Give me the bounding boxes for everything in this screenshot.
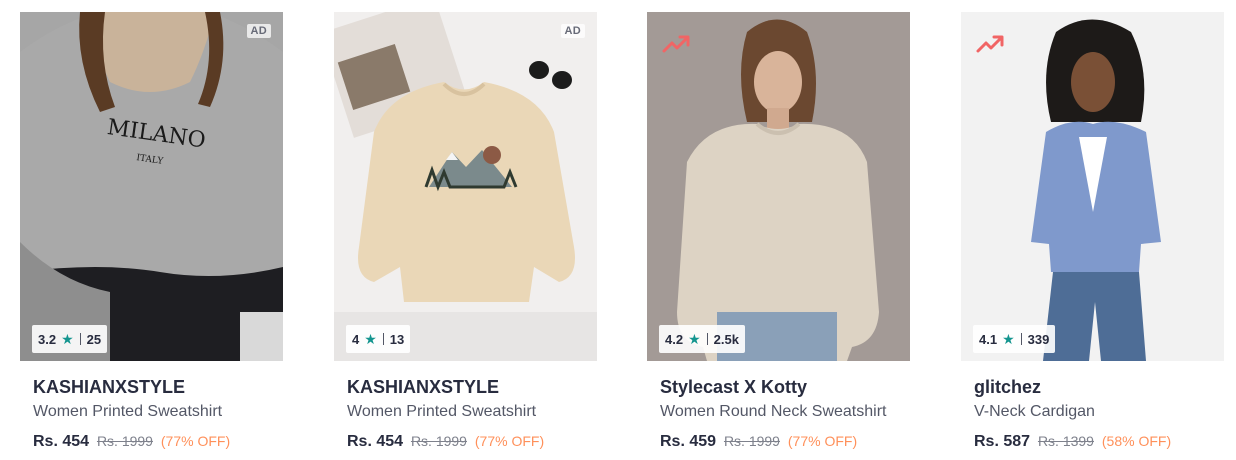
product-image[interactable]: AD 4 ★ 13 (334, 12, 597, 361)
product-price: Rs. 454 (347, 433, 404, 450)
rating-divider (79, 333, 81, 345)
ad-badge: AD (246, 24, 271, 38)
star-icon: ★ (1002, 331, 1015, 347)
rating-badge: 4 ★ 13 (346, 325, 411, 353)
product-price: Rs. 459 (660, 433, 717, 450)
product-name: Women Round Neck Sweatshirt (660, 403, 887, 420)
rating-value: 4.1 (979, 331, 998, 347)
product-discount: (77% OFF) (787, 433, 858, 449)
star-icon: ★ (61, 331, 74, 347)
ad-badge: AD (560, 24, 585, 38)
product-discount: (58% OFF) (1101, 433, 1172, 449)
product-photo (961, 12, 1224, 361)
product-card[interactable]: 4.2 ★ 2.5k Stylecast X Kotty Women Round… (647, 12, 910, 460)
product-photo (334, 12, 597, 361)
product-price: Rs. 587 (974, 433, 1031, 450)
rating-badge: 4.1 ★ 339 (973, 325, 1056, 353)
product-discount: (77% OFF) (160, 433, 231, 449)
product-info[interactable]: glitchez V-Neck Cardigan Rs. 587 Rs. 139… (961, 376, 1224, 452)
star-icon: ★ (688, 331, 701, 347)
product-brand: KASHIANXSTYLE (347, 377, 500, 397)
trending-icon (662, 35, 690, 53)
rating-value: 4 (352, 331, 360, 347)
product-brand: KASHIANXSTYLE (33, 377, 186, 397)
rating-divider (706, 333, 708, 345)
rating-count: 2.5k (713, 331, 739, 347)
product-photo: MILANO ITALY (20, 12, 283, 361)
product-name: V-Neck Cardigan (974, 403, 1095, 420)
product-mrp: Rs. 1399 (1037, 433, 1094, 449)
price-row: Rs. 587 Rs. 1399 (58% OFF) (974, 431, 1211, 452)
trending-icon (976, 35, 1004, 53)
rating-value: 4.2 (665, 331, 684, 347)
product-brand: glitchez (974, 377, 1042, 397)
rating-count: 25 (86, 331, 102, 347)
product-image[interactable]: 4.2 ★ 2.5k (647, 12, 910, 361)
price-row: Rs. 459 Rs. 1999 (77% OFF) (660, 431, 897, 452)
product-image[interactable]: MILANO ITALY AD 3.2 ★ 25 (20, 12, 283, 361)
product-card[interactable]: AD 4 ★ 13 KASHIANXSTYLE Women Printed Sw… (334, 12, 597, 460)
product-info[interactable]: Stylecast X Kotty Women Round Neck Sweat… (647, 376, 910, 452)
star-icon: ★ (364, 331, 377, 347)
rating-divider (382, 333, 384, 345)
product-photo (647, 12, 910, 361)
product-name: Women Printed Sweatshirt (33, 403, 223, 420)
product-name: Women Printed Sweatshirt (347, 403, 537, 420)
price-row: Rs. 454 Rs. 1999 (77% OFF) (347, 431, 584, 452)
product-brand: Stylecast X Kotty (660, 377, 808, 397)
rating-count: 13 (389, 331, 405, 347)
rating-badge: 4.2 ★ 2.5k (659, 325, 745, 353)
rating-divider (1020, 333, 1022, 345)
product-mrp: Rs. 1999 (96, 433, 153, 449)
price-row: Rs. 454 Rs. 1999 (77% OFF) (33, 431, 270, 452)
product-info[interactable]: KASHIANXSTYLE Women Printed Sweatshirt R… (334, 376, 597, 452)
product-discount: (77% OFF) (474, 433, 545, 449)
product-image[interactable]: 4.1 ★ 339 (961, 12, 1224, 361)
product-price: Rs. 454 (33, 433, 90, 450)
rating-value: 3.2 (38, 331, 57, 347)
product-card[interactable]: MILANO ITALY AD 3.2 ★ 25 KASHIANXSTYLE W… (20, 12, 283, 460)
product-grid: MILANO ITALY AD 3.2 ★ 25 KASHIANXSTYLE W… (0, 0, 1236, 460)
rating-count: 339 (1027, 331, 1050, 347)
product-card[interactable]: 4.1 ★ 339 glitchez V-Neck Cardigan Rs. 5… (961, 12, 1224, 460)
product-mrp: Rs. 1999 (723, 433, 780, 449)
rating-badge: 3.2 ★ 25 (32, 325, 108, 353)
product-info[interactable]: KASHIANXSTYLE Women Printed Sweatshirt R… (20, 376, 283, 452)
product-mrp: Rs. 1999 (410, 433, 467, 449)
